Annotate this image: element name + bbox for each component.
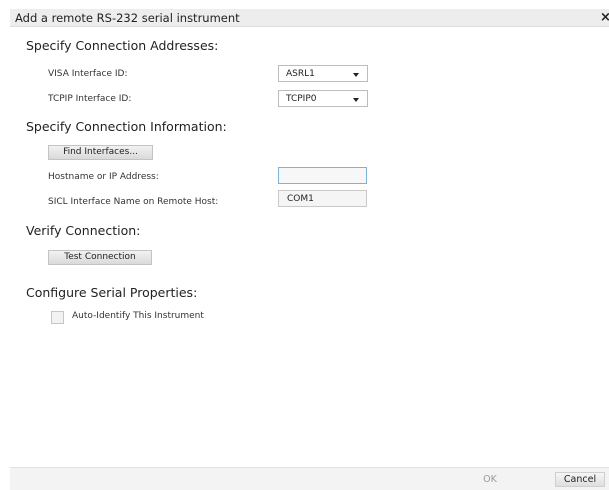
visa-interface-value: ASRL1	[286, 69, 315, 79]
section-heading-serial: Configure Serial Properties:	[26, 285, 198, 300]
test-connection-button[interactable]: Test Connection	[48, 250, 152, 265]
dialog-title: Add a remote RS-232 serial instrument	[15, 11, 240, 25]
dialog-footer: OK Cancel	[10, 467, 609, 490]
hostname-input[interactable]	[278, 167, 367, 184]
auto-identify-label: Auto-Identify This Instrument	[72, 311, 204, 321]
section-heading-verify: Verify Connection:	[26, 223, 141, 238]
sicl-interface-input[interactable]	[278, 190, 367, 207]
hostname-label: Hostname or IP Address:	[48, 172, 159, 182]
find-interfaces-button[interactable]: Find Interfaces...	[48, 145, 153, 160]
visa-interface-label: VISA Interface ID:	[48, 69, 128, 79]
sicl-interface-label: SICL Interface Name on Remote Host:	[48, 197, 219, 207]
add-instrument-dialog: Add a remote RS-232 serial instrument × …	[10, 9, 609, 490]
tcpip-interface-label: TCPIP Interface ID:	[48, 94, 132, 104]
section-heading-connection-info: Specify Connection Information:	[26, 119, 227, 134]
auto-identify-checkbox[interactable]	[51, 311, 64, 324]
tcpip-interface-select[interactable]: TCPIP0	[278, 90, 368, 107]
visa-interface-select[interactable]: ASRL1	[278, 65, 368, 82]
ok-button[interactable]: OK	[471, 472, 509, 487]
cancel-button[interactable]: Cancel	[555, 472, 605, 487]
dialog-titlebar: Add a remote RS-232 serial instrument ×	[10, 9, 609, 27]
chevron-down-icon	[353, 73, 359, 77]
tcpip-interface-value: TCPIP0	[286, 94, 317, 104]
close-icon[interactable]: ×	[600, 10, 609, 26]
chevron-down-icon	[353, 98, 359, 102]
section-heading-addresses: Specify Connection Addresses:	[26, 38, 219, 53]
